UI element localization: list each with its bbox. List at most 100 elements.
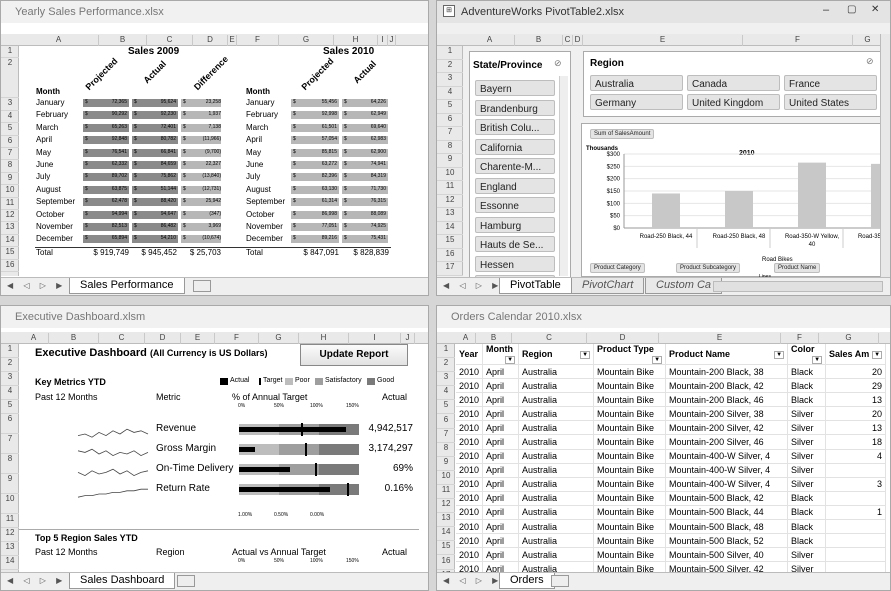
table-cell[interactable]: Mountain Bike bbox=[593, 392, 667, 408]
row-header[interactable]: 9 bbox=[437, 457, 455, 471]
row-header[interactable]: 8 bbox=[437, 141, 463, 154]
row-header[interactable]: 17 bbox=[437, 262, 463, 276]
filter-dropdown-icon[interactable]: ▼ bbox=[652, 356, 663, 364]
row-header[interactable]: 7 bbox=[1, 434, 19, 454]
row-header[interactable]: 8 bbox=[437, 443, 455, 457]
row-header[interactable]: 15 bbox=[437, 541, 455, 556]
row-header[interactable]: 12 bbox=[437, 499, 455, 514]
column-header[interactable]: C bbox=[99, 333, 145, 344]
table-cell[interactable]: 29 bbox=[825, 378, 887, 394]
row-header[interactable]: 10 bbox=[1, 494, 19, 514]
state-slicer-item[interactable]: British Colu... bbox=[475, 119, 555, 135]
tab-custom[interactable]: Custom Ca bbox=[645, 278, 723, 294]
row-header[interactable]: 13 bbox=[1, 222, 19, 235]
row-header[interactable]: 3 bbox=[437, 73, 463, 87]
new-sheet-icon[interactable] bbox=[551, 575, 569, 587]
state-slicer-item[interactable]: Hauts de Se... bbox=[475, 236, 555, 252]
row-header[interactable]: 12 bbox=[437, 195, 463, 208]
column-header[interactable]: E bbox=[659, 333, 781, 344]
tab-sales-dashboard[interactable]: Sales Dashboard bbox=[69, 573, 176, 589]
row-header[interactable]: 5 bbox=[437, 100, 463, 114]
row-header[interactable]: 9 bbox=[1, 173, 19, 186]
row-header[interactable]: 4 bbox=[1, 111, 19, 124]
table-cell[interactable]: Silver bbox=[787, 449, 827, 464]
row-header[interactable]: 7 bbox=[437, 429, 455, 443]
row-header[interactable]: 10 bbox=[437, 471, 455, 485]
row-header[interactable]: 15 bbox=[437, 235, 463, 249]
table-cell[interactable]: April bbox=[482, 505, 520, 521]
column-header[interactable]: J bbox=[388, 35, 396, 46]
row-header[interactable]: 14 bbox=[437, 222, 463, 235]
table-cell[interactable]: Mountain-200 Black, 38 bbox=[665, 364, 789, 380]
table-cell[interactable]: April bbox=[482, 364, 520, 380]
table-cell[interactable]: 2010 bbox=[456, 477, 484, 492]
table-cell[interactable]: Silver bbox=[787, 406, 827, 422]
table-cell[interactable]: Mountain Bike bbox=[593, 378, 667, 394]
table-cell[interactable]: Black bbox=[787, 392, 827, 408]
row-header[interactable]: 1 bbox=[437, 46, 463, 60]
row-header[interactable]: 4 bbox=[437, 87, 463, 100]
table-cell[interactable]: Mountain-200 Silver, 42 bbox=[665, 420, 789, 436]
column-header[interactable]: H bbox=[299, 333, 349, 344]
table-cell[interactable]: April bbox=[482, 406, 520, 422]
table-cell[interactable]: Mountain-200 Silver, 46 bbox=[665, 434, 789, 450]
table-cell[interactable]: Australia bbox=[518, 434, 595, 450]
tab-pivotchart[interactable]: PivotChart bbox=[571, 278, 645, 294]
header-cell[interactable]: Color ▼ bbox=[787, 344, 827, 365]
table-cell[interactable]: 18 bbox=[825, 434, 887, 450]
table-cell[interactable]: 2010 bbox=[456, 519, 484, 535]
table-cell[interactable]: April bbox=[482, 477, 520, 492]
table-cell[interactable]: Mountain Bike bbox=[593, 434, 667, 450]
column-header[interactable]: G bbox=[279, 35, 334, 46]
column-header[interactable]: C bbox=[147, 35, 193, 46]
tab-orders[interactable]: Orders bbox=[499, 573, 555, 589]
state-slicer-item[interactable]: Brandenburg bbox=[475, 99, 555, 116]
column-header[interactable]: G bbox=[819, 333, 879, 344]
column-header[interactable]: G bbox=[853, 35, 883, 46]
table-cell[interactable]: Australia bbox=[518, 378, 595, 394]
table-cell[interactable]: April bbox=[482, 449, 520, 464]
table-cell[interactable]: Mountain-200 Silver, 38 bbox=[665, 406, 789, 422]
table-cell[interactable]: 2010 bbox=[456, 505, 484, 521]
table-cell[interactable]: Mountain-200 Black, 46 bbox=[665, 392, 789, 408]
row-header[interactable]: 6 bbox=[437, 415, 455, 429]
row-header[interactable]: 16 bbox=[437, 556, 455, 570]
header-cell[interactable]: Product Name ▼ bbox=[665, 344, 789, 365]
filter-dropdown-icon[interactable]: ▼ bbox=[872, 351, 883, 359]
table-cell[interactable]: Australia bbox=[518, 491, 595, 506]
pivot-chart[interactable]: Sum of SalesAmount Thousands 2010 $300$2… bbox=[581, 123, 890, 280]
table-cell[interactable]: Silver bbox=[787, 420, 827, 436]
state-slicer-item[interactable]: Bayern bbox=[475, 80, 555, 96]
table-cell[interactable]: Australia bbox=[518, 505, 595, 521]
row-header[interactable]: 5 bbox=[1, 123, 19, 136]
table-cell[interactable]: April bbox=[482, 434, 520, 450]
table-cell[interactable]: April bbox=[482, 392, 520, 408]
row-header[interactable]: 16 bbox=[1, 260, 19, 272]
vertical-scrollbar[interactable] bbox=[880, 34, 890, 278]
row-header[interactable]: 5 bbox=[1, 400, 19, 414]
table-cell[interactable] bbox=[825, 491, 887, 506]
column-header[interactable]: F bbox=[215, 333, 259, 344]
table-cell[interactable]: 2010 bbox=[456, 434, 484, 450]
row-header[interactable]: 4 bbox=[1, 386, 19, 400]
table-cell[interactable]: Australia bbox=[518, 449, 595, 464]
state-slicer-item[interactable]: California bbox=[475, 138, 555, 155]
table-cell[interactable]: Australia bbox=[518, 547, 595, 563]
table-cell[interactable]: 2010 bbox=[456, 392, 484, 408]
table-cell[interactable]: Australia bbox=[518, 392, 595, 408]
sheet-nav-arrows[interactable]: ◀ ◁ ▷ ▶ bbox=[7, 281, 66, 290]
row-headers[interactable]: 1 2 3 4 5 6 7 8 9 10 11 12 13 14 15 16 bbox=[1, 46, 19, 276]
row-header[interactable]: 3 bbox=[437, 372, 455, 387]
row-header[interactable]: 10 bbox=[1, 185, 19, 198]
table-cell[interactable]: 2010 bbox=[456, 491, 484, 506]
table-cell[interactable]: Black bbox=[787, 533, 827, 549]
tab-pivottable[interactable]: PivotTable bbox=[499, 278, 572, 294]
row-header[interactable]: 12 bbox=[1, 210, 19, 223]
table-cell[interactable]: Black bbox=[787, 505, 827, 521]
column-header[interactable]: G bbox=[259, 333, 299, 344]
table-cell[interactable]: 20 bbox=[825, 364, 887, 380]
row-header[interactable]: 4 bbox=[437, 386, 455, 401]
row-header[interactable]: 7 bbox=[437, 127, 463, 141]
row-header[interactable]: 2 bbox=[1, 58, 19, 99]
table-cell[interactable]: Black bbox=[787, 519, 827, 535]
